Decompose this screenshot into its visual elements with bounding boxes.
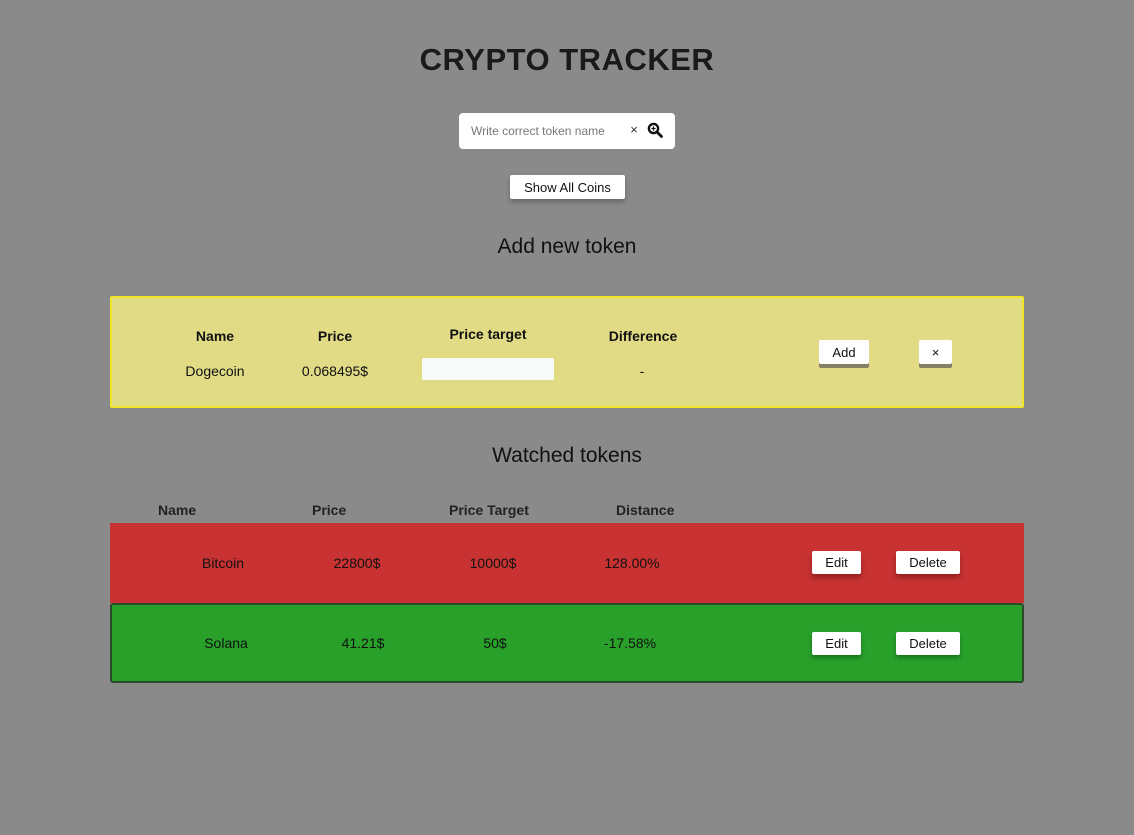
delete-button[interactable]: Delete bbox=[896, 632, 960, 655]
token-price: 22800$ bbox=[333, 555, 381, 571]
delete-button[interactable]: Delete bbox=[896, 551, 960, 574]
price-target-input[interactable] bbox=[422, 358, 554, 380]
edit-button[interactable]: Edit bbox=[812, 632, 861, 655]
show-all-coins-button[interactable]: Show All Coins bbox=[510, 175, 625, 199]
token-price-target: 50$ bbox=[483, 635, 507, 651]
crypto-tracker-app: CRYPTO TRACKER × Show All Coins Add new … bbox=[0, 0, 1134, 835]
add-token-difference: - bbox=[639, 363, 645, 379]
watched-header-price-target: Price Target bbox=[449, 502, 529, 518]
clear-search-button[interactable]: × bbox=[627, 121, 641, 139]
token-distance: -17.58% bbox=[603, 635, 657, 651]
watched-header-name: Name bbox=[158, 502, 197, 518]
watched-token-row: Bitcoin 22800$ 10000$ 128.00% Edit Delet… bbox=[110, 523, 1024, 603]
token-name: Solana bbox=[204, 635, 248, 651]
close-add-panel-button[interactable]: × bbox=[919, 340, 952, 364]
add-header-difference: Difference bbox=[608, 328, 678, 344]
watched-token-row: Solana 41.21$ 50$ -17.58% Edit Delete bbox=[110, 603, 1024, 683]
edit-button[interactable]: Edit bbox=[812, 551, 861, 574]
watched-header-distance: Distance bbox=[616, 502, 675, 518]
add-header-price-target: Price target bbox=[449, 326, 527, 342]
watched-header-price: Price bbox=[312, 502, 347, 518]
add-button[interactable]: Add bbox=[819, 340, 869, 364]
add-token-panel: Name Price Price target Difference Dogec… bbox=[110, 296, 1024, 408]
search-input[interactable] bbox=[471, 122, 621, 140]
token-price: 41.21$ bbox=[341, 635, 385, 651]
add-token-price: 0.068495$ bbox=[301, 363, 369, 379]
search-icon[interactable] bbox=[647, 122, 663, 138]
add-section-title: Add new token bbox=[497, 235, 637, 258]
watched-section-title: Watched tokens bbox=[492, 444, 642, 467]
search-bar: × bbox=[459, 113, 675, 149]
add-header-name: Name bbox=[195, 328, 235, 344]
token-name: Bitcoin bbox=[201, 555, 245, 571]
page-title: CRYPTO TRACKER bbox=[419, 42, 715, 77]
token-distance: 128.00% bbox=[604, 555, 660, 571]
add-header-price: Price bbox=[317, 328, 353, 344]
add-token-name: Dogecoin bbox=[185, 363, 245, 379]
token-price-target: 10000$ bbox=[469, 555, 517, 571]
